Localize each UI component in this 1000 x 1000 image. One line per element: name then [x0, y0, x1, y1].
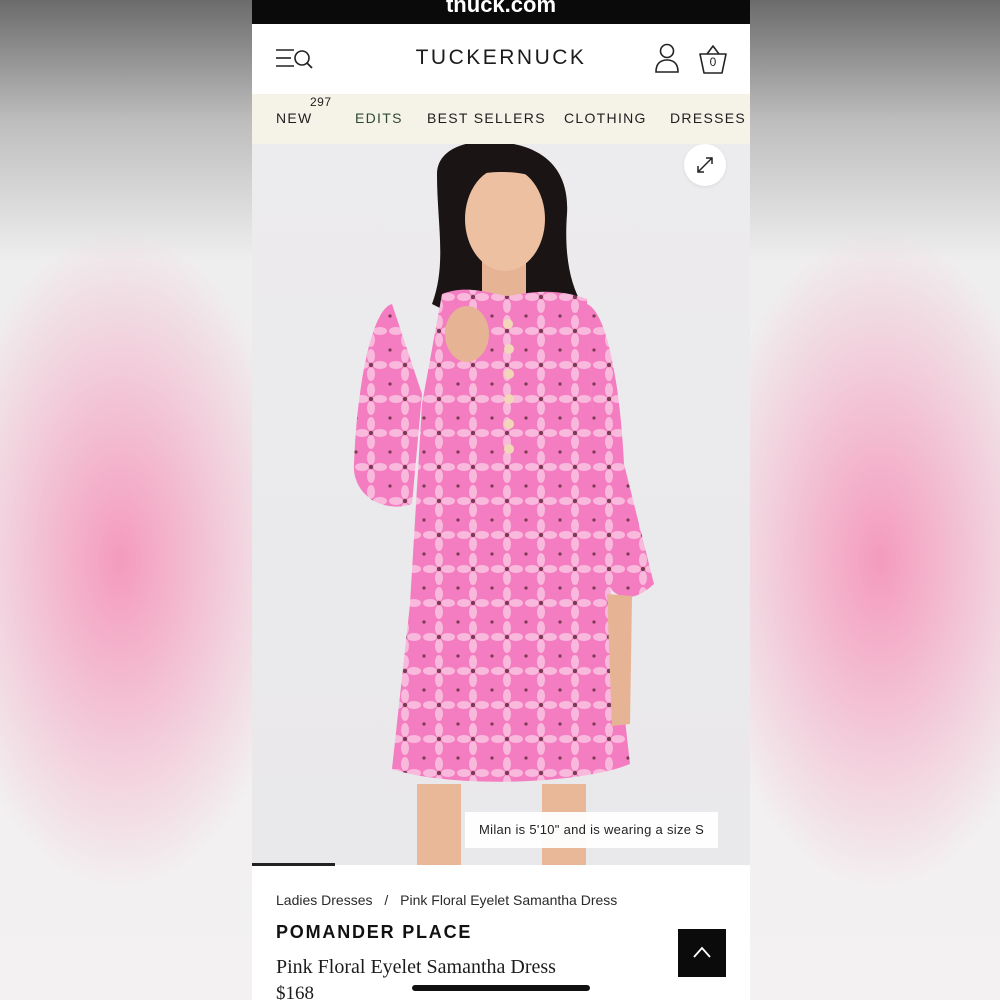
model-size-caption: Milan is 5'10" and is wearing a size S — [465, 812, 719, 848]
breadcrumb-item-product[interactable]: Pink Floral Eyelet Samantha Dress — [400, 892, 617, 908]
nav-item-label: EDITS — [355, 110, 403, 126]
bag-count: 0 — [709, 55, 717, 69]
breadcrumb-item-category[interactable]: Ladies Dresses — [276, 892, 373, 908]
chevron-up-icon — [693, 946, 711, 958]
model-face — [465, 167, 545, 271]
nav-item-label: CLOTHING — [564, 110, 647, 126]
model-illustration — [353, 144, 654, 865]
nav-item-best-sellers[interactable]: BEST SELLERS — [427, 110, 546, 126]
browser-url-bar[interactable]: tnuck.com — [252, 0, 750, 24]
product-title: Pink Floral Eyelet Samantha Dress — [276, 956, 556, 978]
nav-item-clothing[interactable]: CLOTHING — [564, 110, 647, 126]
account-icon[interactable] — [654, 42, 680, 74]
nav-item-new[interactable]: NEW 297 — [276, 95, 331, 126]
product-brand[interactable]: POMANDER PLACE — [276, 922, 472, 943]
nav-item-label: DRESSES — [670, 110, 747, 126]
shopping-bag-icon[interactable]: 0 — [698, 44, 728, 76]
nav-item-dresses[interactable]: DRESSES — [670, 110, 746, 126]
model-hand — [445, 306, 489, 362]
nav-item-label: NEW — [276, 110, 313, 126]
nav-badge-count: 297 — [310, 95, 332, 109]
back-to-top-button[interactable] — [678, 929, 726, 977]
phone-screen: tnuck.com TUCKERNUCK 0 NEW 297 EDITS BES… — [252, 0, 750, 1000]
category-nav: NEW 297 EDITS BEST SELLERS CLOTHING DRES… — [252, 94, 750, 144]
url-text: tnuck.com — [445, 0, 557, 17]
breadcrumb-separator: / — [384, 892, 389, 908]
expand-icon — [697, 157, 713, 173]
site-header: TUCKERNUCK 0 — [252, 24, 750, 94]
product-info: Ladies Dresses / Pink Floral Eyelet Sama… — [252, 866, 750, 1000]
model-leg — [417, 784, 461, 865]
expand-image-button[interactable] — [684, 144, 726, 186]
product-price: $168 — [276, 983, 314, 1000]
breadcrumb: Ladies Dresses / Pink Floral Eyelet Sama… — [276, 892, 617, 908]
product-image[interactable]: Milan is 5'10" and is wearing a size S — [252, 144, 750, 865]
home-indicator[interactable] — [412, 985, 590, 991]
dress-sleeve — [353, 304, 422, 507]
nav-item-label: BEST SELLERS — [427, 110, 546, 126]
nav-item-edits[interactable]: EDITS — [355, 110, 403, 126]
